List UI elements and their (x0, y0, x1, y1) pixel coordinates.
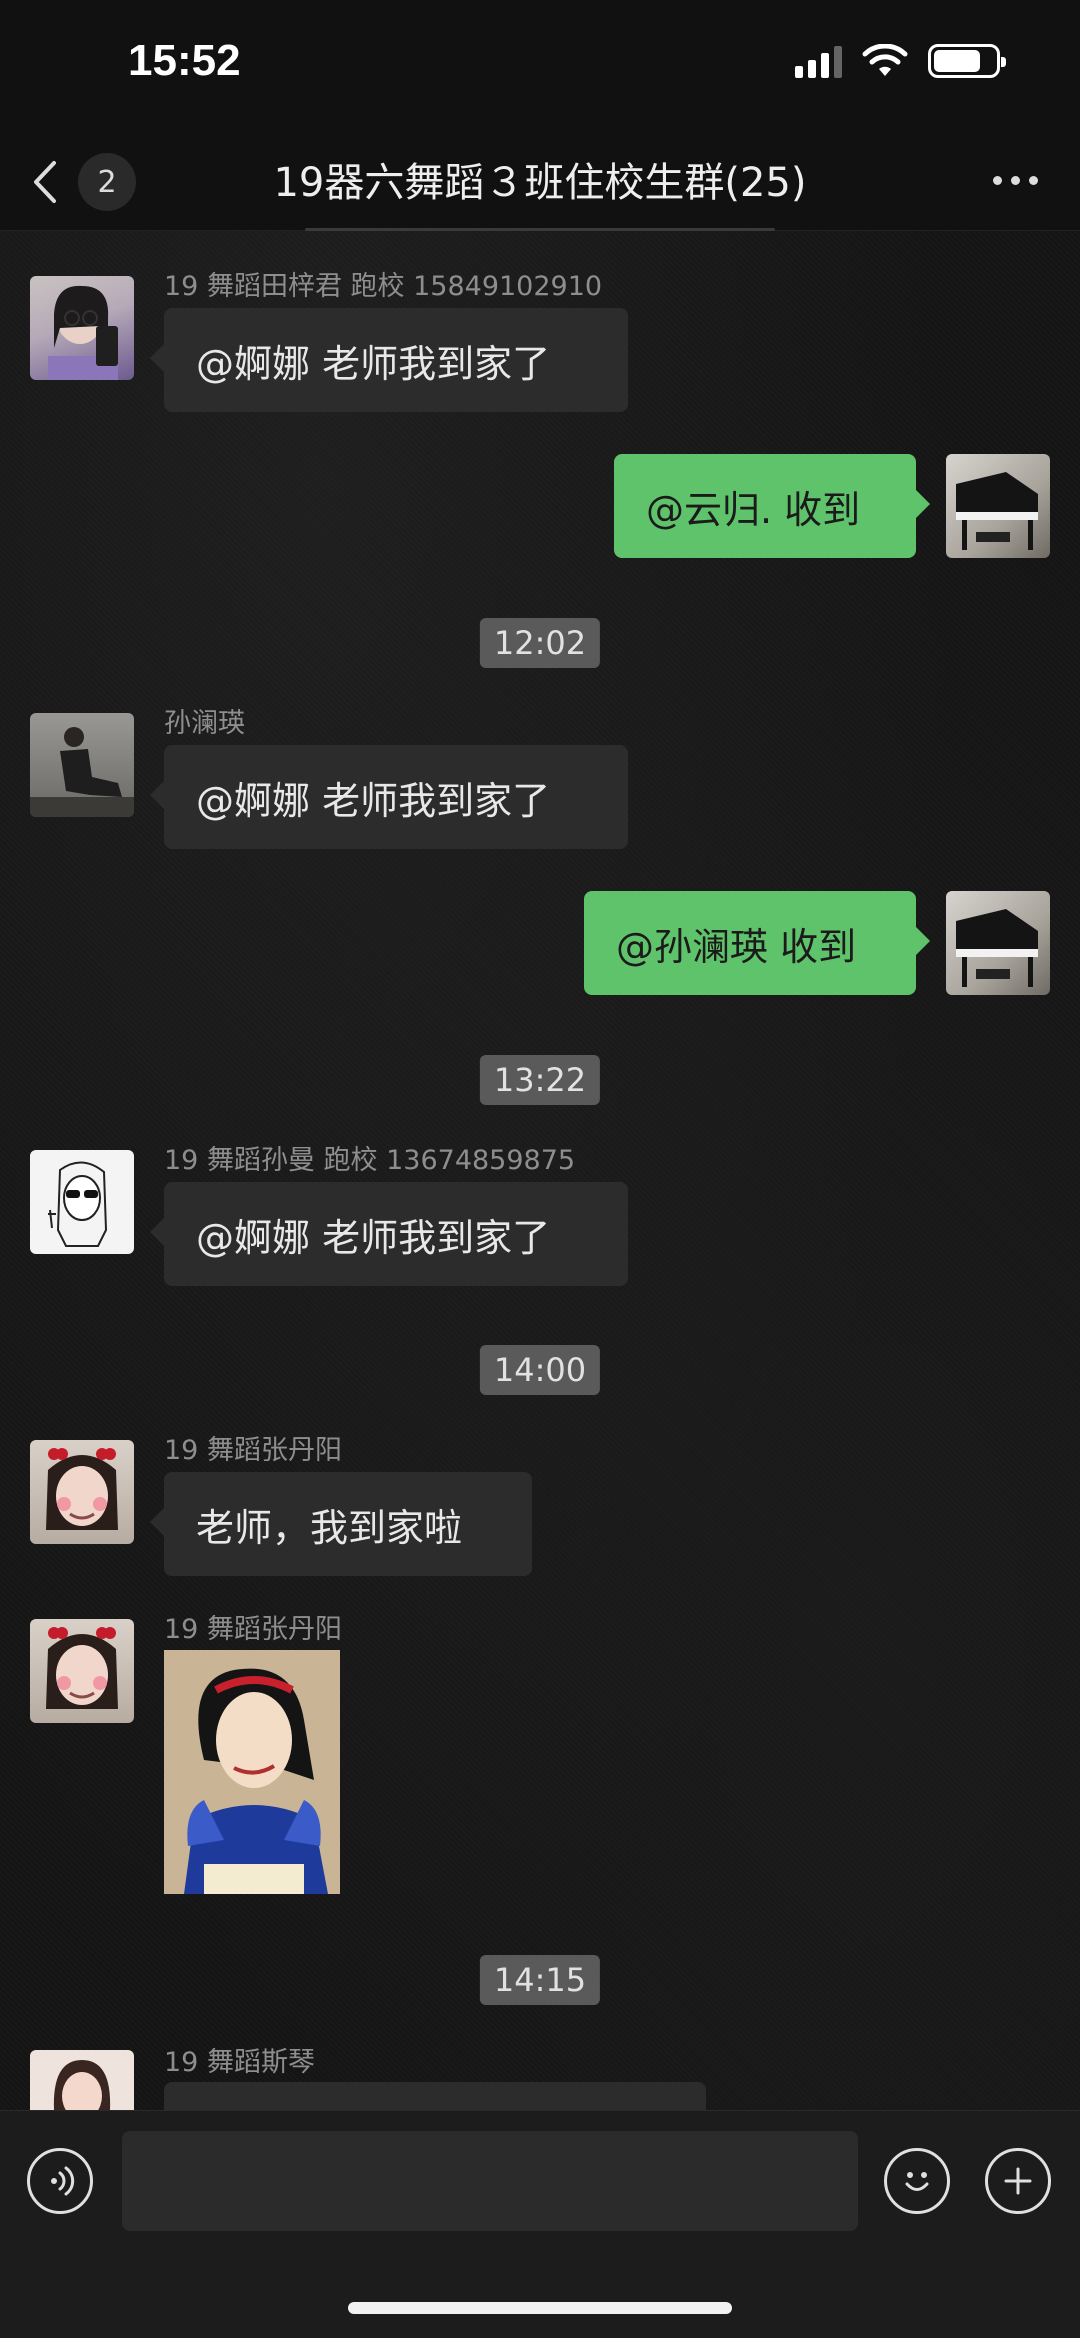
piano-icon (956, 909, 1038, 987)
home-indicator[interactable] (348, 2302, 732, 2314)
status-time: 15:52 (128, 36, 241, 85)
person-portrait-icon (30, 727, 134, 817)
smiley-icon (905, 2172, 929, 2191)
my-avatar[interactable] (946, 891, 1050, 995)
status-bar: 15:52 (0, 0, 1080, 130)
battery-icon (928, 44, 1006, 78)
avatar[interactable] (30, 276, 134, 380)
avatar[interactable] (30, 1150, 134, 1254)
snow-white-sticker-icon (164, 1650, 340, 1894)
chat-title: 19器六舞蹈３班住校生群(25) (273, 160, 807, 206)
message-bubble-outgoing[interactable]: @孙澜瑛 收到 (584, 891, 930, 995)
voice-icon (51, 2166, 75, 2196)
avatar[interactable] (30, 713, 134, 817)
emoji-button[interactable] (884, 2148, 950, 2214)
my-avatar[interactable] (946, 454, 1050, 558)
voice-input-button[interactable] (27, 2148, 93, 2214)
message-bubble[interactable]: @婀娜 老师我到家了 (150, 1182, 628, 1286)
cellular-signal-icon (795, 44, 842, 78)
sender-name: 19 舞蹈斯琴 (164, 2047, 315, 2078)
piano-icon (956, 472, 1038, 550)
timestamp-divider: 14:00 (479, 1345, 601, 1395)
sender-name: 孙澜瑛 (164, 708, 245, 739)
avatar[interactable] (30, 1440, 134, 1544)
sticker-image[interactable] (164, 1650, 340, 1894)
avatar[interactable] (30, 2050, 134, 2110)
wifi-icon (862, 44, 908, 76)
more-functions-button[interactable] (985, 2148, 1051, 2214)
message-bubble[interactable]: @婀娜 老师我到家了 (150, 308, 628, 412)
cartoon-girl-icon (48, 1161, 108, 1247)
sender-name: 19 舞蹈张丹阳 (164, 1614, 342, 1645)
person-portrait-icon (48, 285, 118, 380)
sender-name: 19 舞蹈田梓君 跑校 15849102910 (164, 271, 603, 302)
sender-name: 19 舞蹈张丹阳 (164, 1435, 342, 1466)
message-input[interactable] (122, 2131, 858, 2231)
message-bubble-outgoing[interactable]: @云归. 收到 (614, 454, 930, 558)
message-bubble[interactable]: 老师，我到家啦 (150, 1472, 532, 1576)
person-portrait-icon (53, 2060, 111, 2110)
timestamp-divider: 13:22 (479, 1055, 601, 1105)
sender-name: 19 舞蹈孙曼 跑校 13674859875 (164, 1145, 576, 1176)
scroll-edge-line (305, 228, 775, 231)
timestamp-divider: 14:15 (479, 1955, 601, 2005)
plus-icon (1004, 2167, 1032, 2195)
avatar[interactable] (30, 1619, 134, 1723)
person-portrait-icon (46, 1627, 118, 1709)
status-icons (795, 44, 1006, 78)
message-bubble[interactable]: @婀娜 老师我到家了 (150, 745, 628, 849)
person-portrait-icon (46, 1448, 118, 1530)
message-bubble[interactable] (164, 2082, 706, 2110)
more-options-button[interactable] (980, 160, 1050, 200)
chat-header: 2 19器六舞蹈３班住校生群(25) (0, 130, 1080, 231)
timestamp-divider: 12:02 (479, 618, 601, 668)
